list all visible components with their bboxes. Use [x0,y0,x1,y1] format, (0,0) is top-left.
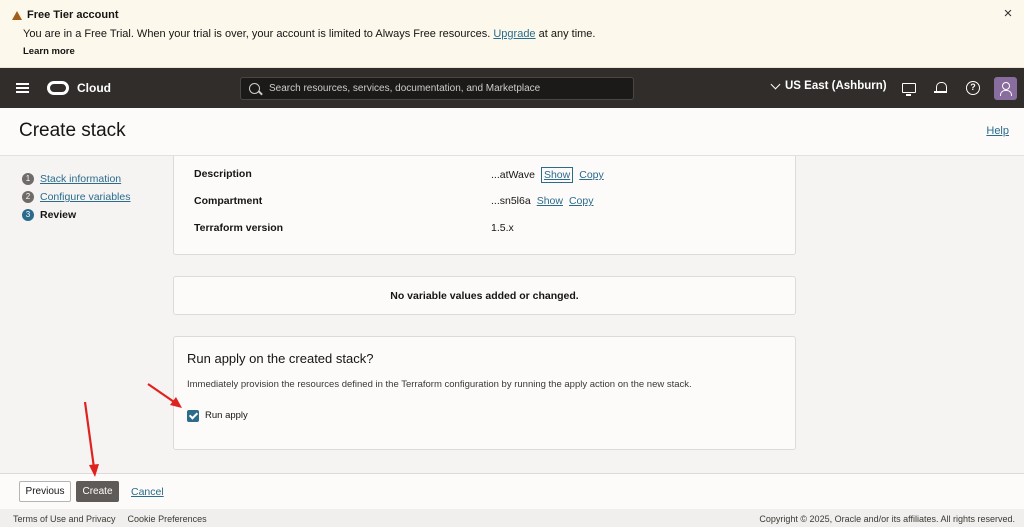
step-label[interactable]: Configure variables [40,191,130,203]
banner-message: You are in a Free Trial. When your trial… [23,28,596,40]
page-footer: Terms of Use and Privacy Cookie Preferen… [0,509,1024,527]
step-number: 2 [22,191,34,203]
page-header: Create stack Help [0,108,1024,156]
compartment-label: Compartment [194,195,263,207]
arrow-to-create-button [83,401,99,477]
step-review: 3 Review [22,206,130,224]
chevron-down-icon [770,79,781,89]
action-bar: Previous Create Cancel [0,473,1024,509]
run-apply-label[interactable]: Run apply [205,410,248,421]
run-apply-card: Run apply on the created stack? Immediat… [173,336,796,450]
variables-card: No variable values added or changed. [173,276,796,315]
upgrade-link[interactable]: Upgrade [493,28,535,40]
compartment-copy-link[interactable]: Copy [569,195,594,207]
description-label: Description [194,168,252,180]
user-avatar[interactable] [994,77,1017,100]
bell-icon[interactable] [934,81,948,95]
top-navbar: Cloud US East (Ashburn) ? [0,68,1024,108]
region-selector[interactable]: US East (Ashburn) [770,79,887,92]
wizard-steps: 1 Stack information 2 Configure variable… [22,170,130,224]
step-label[interactable]: Stack information [40,173,121,185]
banner-title: Free Tier account [12,9,119,21]
terms-link[interactable]: Terms of Use and Privacy [13,514,116,524]
create-button[interactable]: Create [76,481,119,502]
help-link[interactable]: Help [986,125,1009,137]
terraform-version-label: Terraform version [194,222,284,234]
stack-details-card: Description ...atWave Show Copy Compartm… [173,156,796,255]
description-copy-link[interactable]: Copy [579,169,604,181]
compartment-value: ...sn5l6a Show Copy [491,195,594,207]
search-input[interactable] [269,78,629,99]
oracle-logo-icon[interactable] [47,81,69,95]
brand-name[interactable]: Cloud [77,81,111,95]
help-icon[interactable]: ? [966,81,980,95]
page-title: Create stack [19,120,126,141]
cloud-shell-icon[interactable] [902,83,916,96]
step-number: 3 [22,209,34,221]
description-show-link[interactable]: Show [540,167,574,183]
step-label: Review [40,209,77,221]
description-value: ...atWave Show Copy [491,167,604,183]
search-icon [249,83,260,94]
learn-more-link[interactable]: Learn more [23,46,75,57]
cookie-preferences-link[interactable]: Cookie Preferences [128,514,207,524]
copyright-text: Copyright © 2025, Oracle and/or its affi… [759,514,1015,524]
run-apply-checkbox[interactable] [187,410,199,422]
terraform-version-value: 1.5.x [491,222,514,234]
compartment-show-link[interactable]: Show [537,195,563,207]
step-stack-information[interactable]: 1 Stack information [22,170,130,188]
previous-button[interactable]: Previous [19,481,71,502]
free-tier-banner: Free Tier account You are in a Free Tria… [0,0,1024,68]
close-icon[interactable]: × [1000,6,1016,22]
no-variables-message: No variable values added or changed. [390,290,579,302]
cancel-link[interactable]: Cancel [131,486,164,498]
search-box[interactable] [240,77,634,100]
run-apply-title: Run apply on the created stack? [187,351,374,366]
step-configure-variables[interactable]: 2 Configure variables [22,188,130,206]
step-number: 1 [22,173,34,185]
warning-icon [12,10,22,20]
run-apply-description: Immediately provision the resources defi… [187,379,692,390]
hamburger-menu-icon[interactable] [16,83,29,93]
